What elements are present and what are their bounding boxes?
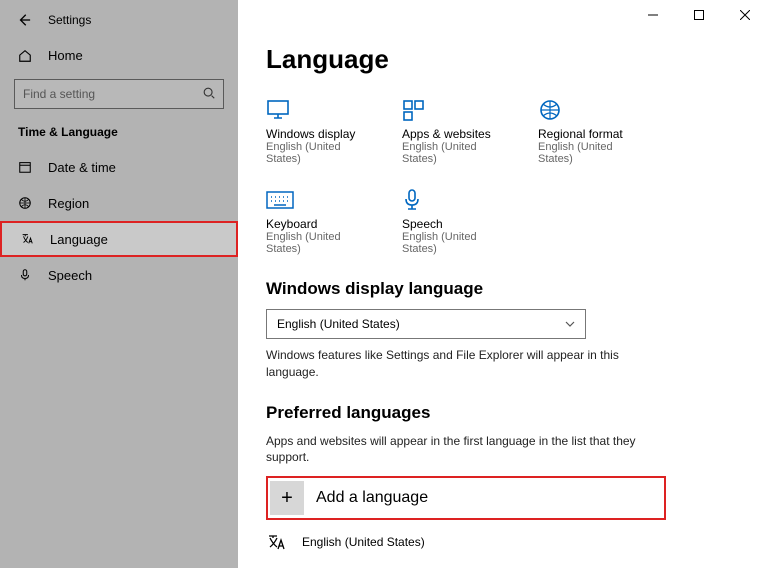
sidebar: Settings Home Time & Language Date & tim…: [0, 0, 238, 568]
window-controls: [630, 0, 768, 30]
preferred-language-item[interactable]: English (United States): [266, 532, 768, 552]
microphone-icon: [402, 187, 502, 213]
tile-speech[interactable]: Speech English (United States): [402, 187, 502, 255]
home-icon: [18, 49, 34, 63]
display-language-helper: Windows features like Settings and File …: [266, 347, 646, 381]
calendar-clock-icon: [18, 160, 34, 174]
page-title: Language: [266, 44, 768, 75]
minimize-button[interactable]: [630, 0, 676, 30]
nav-region[interactable]: Region: [0, 185, 238, 221]
tile-keyboard[interactable]: Keyboard English (United States): [266, 187, 366, 255]
add-language-button[interactable]: + Add a language: [266, 476, 666, 520]
maximize-icon: [694, 10, 704, 20]
tile-subtitle: English (United States): [266, 231, 366, 255]
nav-label: Speech: [48, 268, 92, 283]
nav-label: Region: [48, 196, 89, 211]
home-label: Home: [48, 48, 83, 63]
tile-title: Apps & websites: [402, 127, 502, 141]
section-label: Time & Language: [0, 119, 238, 149]
tile-subtitle: English (United States): [538, 141, 638, 165]
maximize-button[interactable]: [676, 0, 722, 30]
microphone-icon: [18, 268, 34, 282]
tile-subtitle: English (United States): [266, 141, 366, 165]
display-language-heading: Windows display language: [266, 279, 768, 299]
tile-apps-websites[interactable]: Apps & websites English (United States): [402, 97, 502, 165]
nav-label: Language: [50, 232, 108, 247]
add-language-label: Add a language: [316, 489, 428, 507]
nav-label: Date & time: [48, 160, 116, 175]
display-language-select[interactable]: English (United States): [266, 309, 586, 339]
minimize-icon: [648, 10, 658, 20]
close-icon: [740, 10, 750, 20]
nav-language[interactable]: Language: [0, 221, 238, 257]
search-input[interactable]: [14, 79, 224, 109]
tile-title: Windows display: [266, 127, 366, 141]
language-icon: [266, 532, 292, 552]
language-tiles: Windows display English (United States) …: [266, 97, 726, 255]
plus-icon: +: [270, 481, 304, 515]
back-button[interactable]: [12, 8, 36, 32]
tile-title: Regional format: [538, 127, 638, 141]
tile-subtitle: English (United States): [402, 141, 502, 165]
preferred-languages-heading: Preferred languages: [266, 403, 768, 423]
main-content: Language Windows display English (United…: [238, 0, 768, 568]
tile-title: Speech: [402, 217, 502, 231]
tile-regional-format[interactable]: Regional format English (United States): [538, 97, 638, 165]
arrow-left-icon: [17, 13, 31, 27]
tile-title: Keyboard: [266, 217, 366, 231]
language-icon: [20, 232, 36, 246]
close-button[interactable]: [722, 0, 768, 30]
titlebar: Settings: [0, 0, 238, 40]
window-title: Settings: [48, 13, 91, 27]
tile-subtitle: English (United States): [402, 231, 502, 255]
monitor-icon: [266, 97, 366, 123]
apps-icon: [402, 97, 502, 123]
home-nav[interactable]: Home: [0, 40, 238, 71]
globe-icon: [538, 97, 638, 123]
search-icon: [202, 86, 216, 100]
preferred-languages-helper: Apps and websites will appear in the fir…: [266, 433, 646, 467]
nav-date-time[interactable]: Date & time: [0, 149, 238, 185]
keyboard-icon: [266, 187, 366, 213]
preferred-language-label: English (United States): [302, 535, 425, 549]
tile-windows-display[interactable]: Windows display English (United States): [266, 97, 366, 165]
chevron-down-icon: [565, 321, 575, 327]
nav-speech[interactable]: Speech: [0, 257, 238, 293]
globe-icon: [18, 196, 34, 210]
select-value: English (United States): [277, 317, 400, 331]
search-container: [14, 79, 224, 109]
